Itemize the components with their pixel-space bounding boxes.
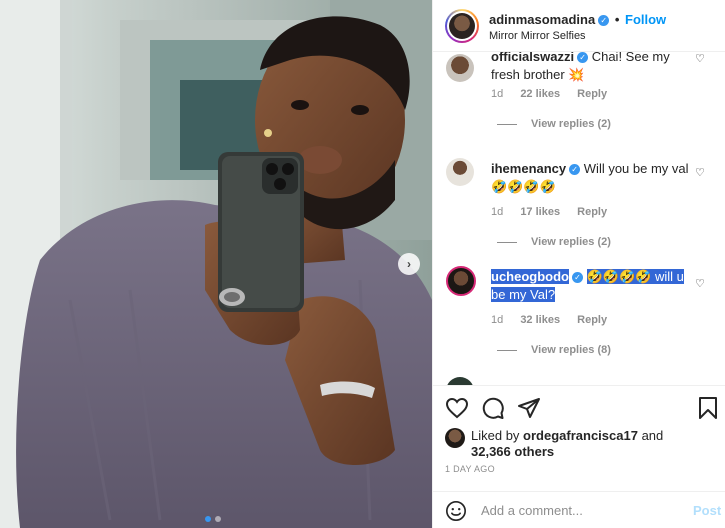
comment-likes[interactable]: 17 likes (520, 206, 560, 218)
comments-list[interactable]: officialswazzi ✓ Chai! See my fresh broth… (433, 52, 725, 385)
liked-by-row: Liked by ordegafrancisca17 and 32,366 ot… (445, 428, 711, 460)
comment-username[interactable]: ucheogbodo (491, 269, 569, 284)
post-button[interactable]: Post (693, 503, 721, 518)
next-photo-button[interactable]: › (398, 253, 420, 275)
author-line: adinmasomadina ✓ • Follow (489, 12, 666, 27)
comment-likes[interactable]: 32 likes (520, 314, 560, 326)
comment-username[interactable]: officialswazzi (491, 52, 574, 64)
reply-button[interactable]: Reply (577, 206, 607, 218)
comment-text-block: ihemenancy ✓ Will you be my val 🤣🤣🤣🤣 (491, 160, 691, 196)
comment-meta: 1d 22 likes Reply (491, 88, 621, 100)
liker-avatar[interactable] (445, 428, 465, 448)
likes-count[interactable]: 32,366 others (471, 444, 554, 459)
post-photo: › (0, 0, 432, 528)
comment-text-block: ucheogbodo ✓ 🤣🤣🤣🤣 will u be my Val? (491, 268, 691, 304)
comment-like-heart-icon[interactable]: ♡ (695, 166, 705, 179)
commenter-avatar[interactable] (446, 54, 474, 82)
comment-time: 1d (491, 314, 504, 326)
comment-icon[interactable] (481, 396, 505, 420)
comment-like-heart-icon[interactable]: ♡ (695, 52, 705, 65)
liker-username[interactable]: ordegafrancisca17 (523, 428, 638, 443)
commenter-avatar[interactable] (446, 377, 474, 385)
add-comment-bar: Post (433, 491, 725, 528)
author-avatar[interactable] (445, 9, 479, 43)
comment-username[interactable]: ihemenancy (491, 161, 566, 176)
post-header: adinmasomadina ✓ • Follow Mirror Mirror S… (433, 0, 725, 52)
view-replies-button[interactable]: View replies (2) (497, 118, 611, 130)
liked-by-text: Liked by ordegafrancisca17 and 32,366 ot… (471, 428, 711, 460)
heart-icon[interactable] (445, 396, 469, 420)
comment-input[interactable] (481, 500, 671, 520)
post-timestamp[interactable]: 1 DAY AGO (445, 464, 495, 474)
author-username[interactable]: adinmasomadina (489, 12, 595, 27)
carousel-dot (215, 516, 221, 522)
post-location[interactable]: Mirror Mirror Selfies (489, 30, 586, 42)
carousel-indicator (205, 516, 221, 522)
smiley-icon[interactable] (445, 500, 467, 522)
reply-button[interactable]: Reply (577, 314, 607, 326)
follow-button[interactable]: Follow (625, 12, 666, 27)
commenter-avatar[interactable] (446, 158, 474, 186)
comment-time: 1d (491, 206, 504, 218)
separator: • (614, 12, 620, 27)
mirror-selfie-image (0, 0, 432, 528)
comment-meta: 1d 32 likes Reply (491, 314, 621, 326)
paper-plane-icon[interactable] (517, 396, 541, 420)
verified-badge-icon: ✓ (572, 272, 583, 283)
commenter-avatar[interactable] (446, 266, 476, 296)
verified-badge-icon: ✓ (569, 164, 581, 175)
liked-by-prefix: Liked by (471, 428, 520, 443)
verified-badge-icon: ✓ (577, 52, 589, 63)
view-replies-button[interactable]: View replies (8) (497, 344, 611, 356)
comment-like-heart-icon[interactable]: ♡ (695, 277, 705, 290)
view-replies-button[interactable]: View replies (2) (497, 236, 611, 248)
comment-text-block: officialswazzi ✓ Chai! See my fresh broth… (491, 52, 691, 84)
comment-likes[interactable]: 22 likes (520, 88, 560, 100)
reply-button[interactable]: Reply (577, 88, 607, 100)
comment-meta: 1d 17 likes Reply (491, 206, 621, 218)
liked-by-and: and (641, 428, 664, 443)
post-side-panel: adinmasomadina ✓ • Follow Mirror Mirror S… (432, 0, 725, 528)
bookmark-icon[interactable] (697, 396, 719, 420)
verified-badge-icon: ✓ (598, 15, 610, 26)
comment-time: 1d (491, 88, 504, 100)
carousel-dot-active (205, 516, 211, 522)
chevron-right-icon: › (407, 257, 411, 271)
